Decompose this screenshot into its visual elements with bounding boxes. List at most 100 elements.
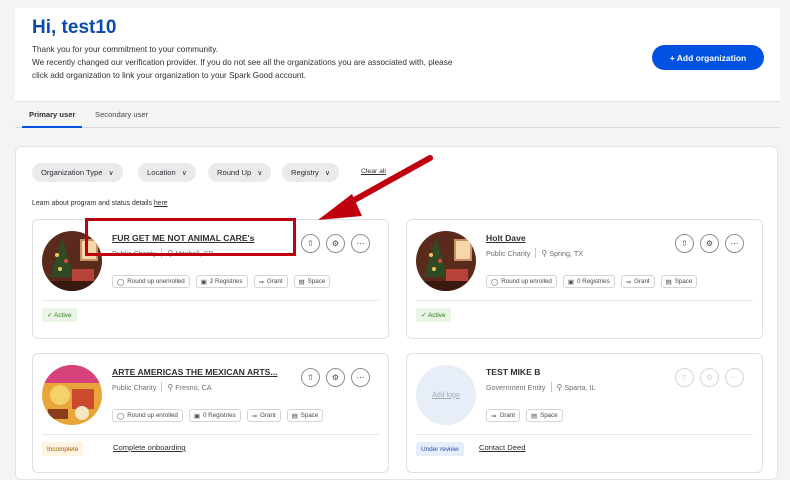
- chevron-down-icon: ∨: [108, 169, 114, 177]
- program-info-text: Learn about program and status details: [32, 200, 152, 207]
- more-icon: ⋯: [730, 373, 739, 382]
- org-location: Fresno, CA: [175, 382, 212, 392]
- org-type: Public Charity: [112, 382, 157, 392]
- intro-line-2: We recently changed our verification pro…: [32, 58, 453, 67]
- chip-label: 0 Registries: [577, 278, 610, 285]
- complete-onboarding-link[interactable]: Complete onboarding: [113, 443, 186, 452]
- org-meta: Government Entity ⚲ Sparta, IL: [486, 382, 596, 392]
- org-program-chips: ◯ Round up enrolled ▣ 0 Registries ⇒ Grant …: [486, 275, 698, 288]
- org-card-holt-dave: Holt Dave Public Charity ⚲ Spring, TX ◯ R…: [406, 219, 763, 339]
- add-organization-button[interactable]: + Add organization: [652, 45, 764, 70]
- chip-label: Space: [300, 412, 319, 419]
- filter-label: Organization Type: [41, 168, 103, 177]
- more-options-button[interactable]: ⋯: [725, 234, 744, 253]
- chip-label: Space: [674, 278, 693, 285]
- share-button[interactable]: ⇧: [675, 234, 694, 253]
- chip-space: ▤ Space: [286, 409, 324, 422]
- chip-space: ▤ Space: [525, 409, 563, 422]
- intro-line-1: Thank you for your commitment to your co…: [32, 45, 218, 54]
- separator: [161, 382, 163, 392]
- filter-organization-type[interactable]: Organization Type ∨: [32, 163, 123, 182]
- gear-icon: ⚙: [705, 239, 714, 248]
- org-actions: ⇧ ⚙ ⋯: [675, 234, 744, 253]
- round-up-icon: ◯: [491, 278, 499, 286]
- org-location: Spring, TX: [549, 248, 584, 258]
- share-button[interactable]: ⇧: [301, 234, 320, 253]
- annotation-arrow-icon: [318, 155, 433, 220]
- gear-icon: ⚙: [331, 239, 340, 248]
- share-icon: ⇧: [681, 239, 688, 248]
- chip-label: Round up enrolled: [501, 278, 552, 285]
- settings-button: ⚙: [700, 368, 719, 387]
- user-tabs: Primary user Secondary user: [15, 102, 780, 128]
- chip-round-up: ◯ Round up unenrolled: [112, 275, 190, 288]
- settings-button[interactable]: ⚙: [326, 234, 345, 253]
- org-avatar: [416, 231, 476, 291]
- location-pin-icon: ⚲: [556, 382, 563, 392]
- grant-icon: ⇒: [625, 278, 632, 286]
- add-logo-placeholder[interactable]: Add logo: [416, 365, 476, 425]
- settings-button[interactable]: ⚙: [326, 368, 345, 387]
- tab-selected-indicator: [22, 126, 82, 128]
- org-card-test-mike-b: Add logo TEST MIKE B Government Entity ⚲…: [406, 353, 763, 473]
- space-icon: ▤: [530, 412, 538, 420]
- gear-icon: ⚙: [705, 373, 714, 382]
- registry-icon: ▣: [193, 412, 201, 420]
- filter-round-up[interactable]: Round Up ∨: [208, 163, 272, 182]
- share-icon: ⇧: [681, 373, 688, 382]
- status-label: Under review: [421, 445, 459, 453]
- org-name: TEST MIKE B: [486, 367, 541, 377]
- intro-line-3: click add organization to link your orga…: [32, 71, 306, 80]
- org-type: Public Charity: [486, 248, 531, 258]
- chip-grant: ⇒ Grant: [486, 409, 520, 422]
- grant-icon: ⇒: [491, 412, 497, 420]
- more-options-button[interactable]: ⋯: [351, 368, 370, 387]
- program-info-link[interactable]: here: [154, 200, 168, 207]
- round-up-icon: ◯: [117, 412, 125, 420]
- org-avatar-image: [416, 231, 476, 291]
- org-actions: ⇧ ⚙ ⋯: [301, 368, 370, 387]
- chip-grant: ⇒ Grant: [253, 275, 288, 288]
- program-info: Learn about program and status details h…: [32, 200, 168, 207]
- contact-deed-link[interactable]: Contact Deed: [479, 443, 525, 452]
- org-program-chips: ◯ Round up unenrolled ▣ 2 Registries ⇒ Gran…: [112, 275, 331, 288]
- grant-icon: ⇒: [251, 412, 258, 420]
- check-icon: ✓: [47, 312, 55, 319]
- registry-icon: ▣: [567, 278, 575, 286]
- location-pin-icon: ⚲: [167, 382, 174, 392]
- intro-text: Thank you for your commitment to your co…: [32, 43, 552, 82]
- org-name[interactable]: Holt Dave: [486, 233, 526, 243]
- gear-icon: ⚙: [331, 373, 340, 382]
- chip-registries: ▣ 0 Registries: [188, 409, 241, 422]
- card-divider: [416, 300, 753, 301]
- tab-primary-user[interactable]: Primary user: [29, 110, 75, 119]
- page-background: Hi, test10 Thank you for your commitment…: [0, 0, 790, 480]
- chip-registries: ▣ 0 Registries: [562, 275, 615, 288]
- org-meta: Public Charity ⚲ Spring, TX: [486, 248, 583, 258]
- share-button[interactable]: ⇧: [301, 368, 320, 387]
- space-icon: ▤: [665, 278, 672, 286]
- chip-label: Round up enrolled: [127, 412, 178, 419]
- more-icon: ⋯: [356, 239, 365, 248]
- chip-label: Grant: [260, 412, 276, 419]
- settings-button[interactable]: ⚙: [700, 234, 719, 253]
- org-name[interactable]: ARTE AMERICAS THE MEXICAN ARTS...: [112, 367, 278, 377]
- filter-label: Round Up: [217, 168, 252, 177]
- chip-grant: ⇒ Grant: [246, 409, 281, 422]
- chip-label: Space: [307, 278, 326, 285]
- round-up-icon: ◯: [117, 278, 125, 286]
- check-icon: ✓: [421, 312, 429, 319]
- chip-label: Space: [540, 412, 558, 419]
- org-avatar: [42, 365, 102, 425]
- chip-space: ▤ Space: [660, 275, 698, 288]
- share-icon: ⇧: [307, 373, 314, 382]
- more-options-button[interactable]: ⋯: [351, 234, 370, 253]
- status-badge: ✓ Active: [416, 308, 451, 322]
- tab-secondary-user[interactable]: Secondary user: [95, 110, 148, 119]
- chip-label: Grant: [267, 278, 283, 285]
- space-icon: ▤: [298, 278, 305, 286]
- more-icon: ⋯: [730, 239, 739, 248]
- filter-location[interactable]: Location ∨: [138, 163, 196, 182]
- status-label: Active: [428, 311, 446, 319]
- space-icon: ▤: [291, 412, 298, 420]
